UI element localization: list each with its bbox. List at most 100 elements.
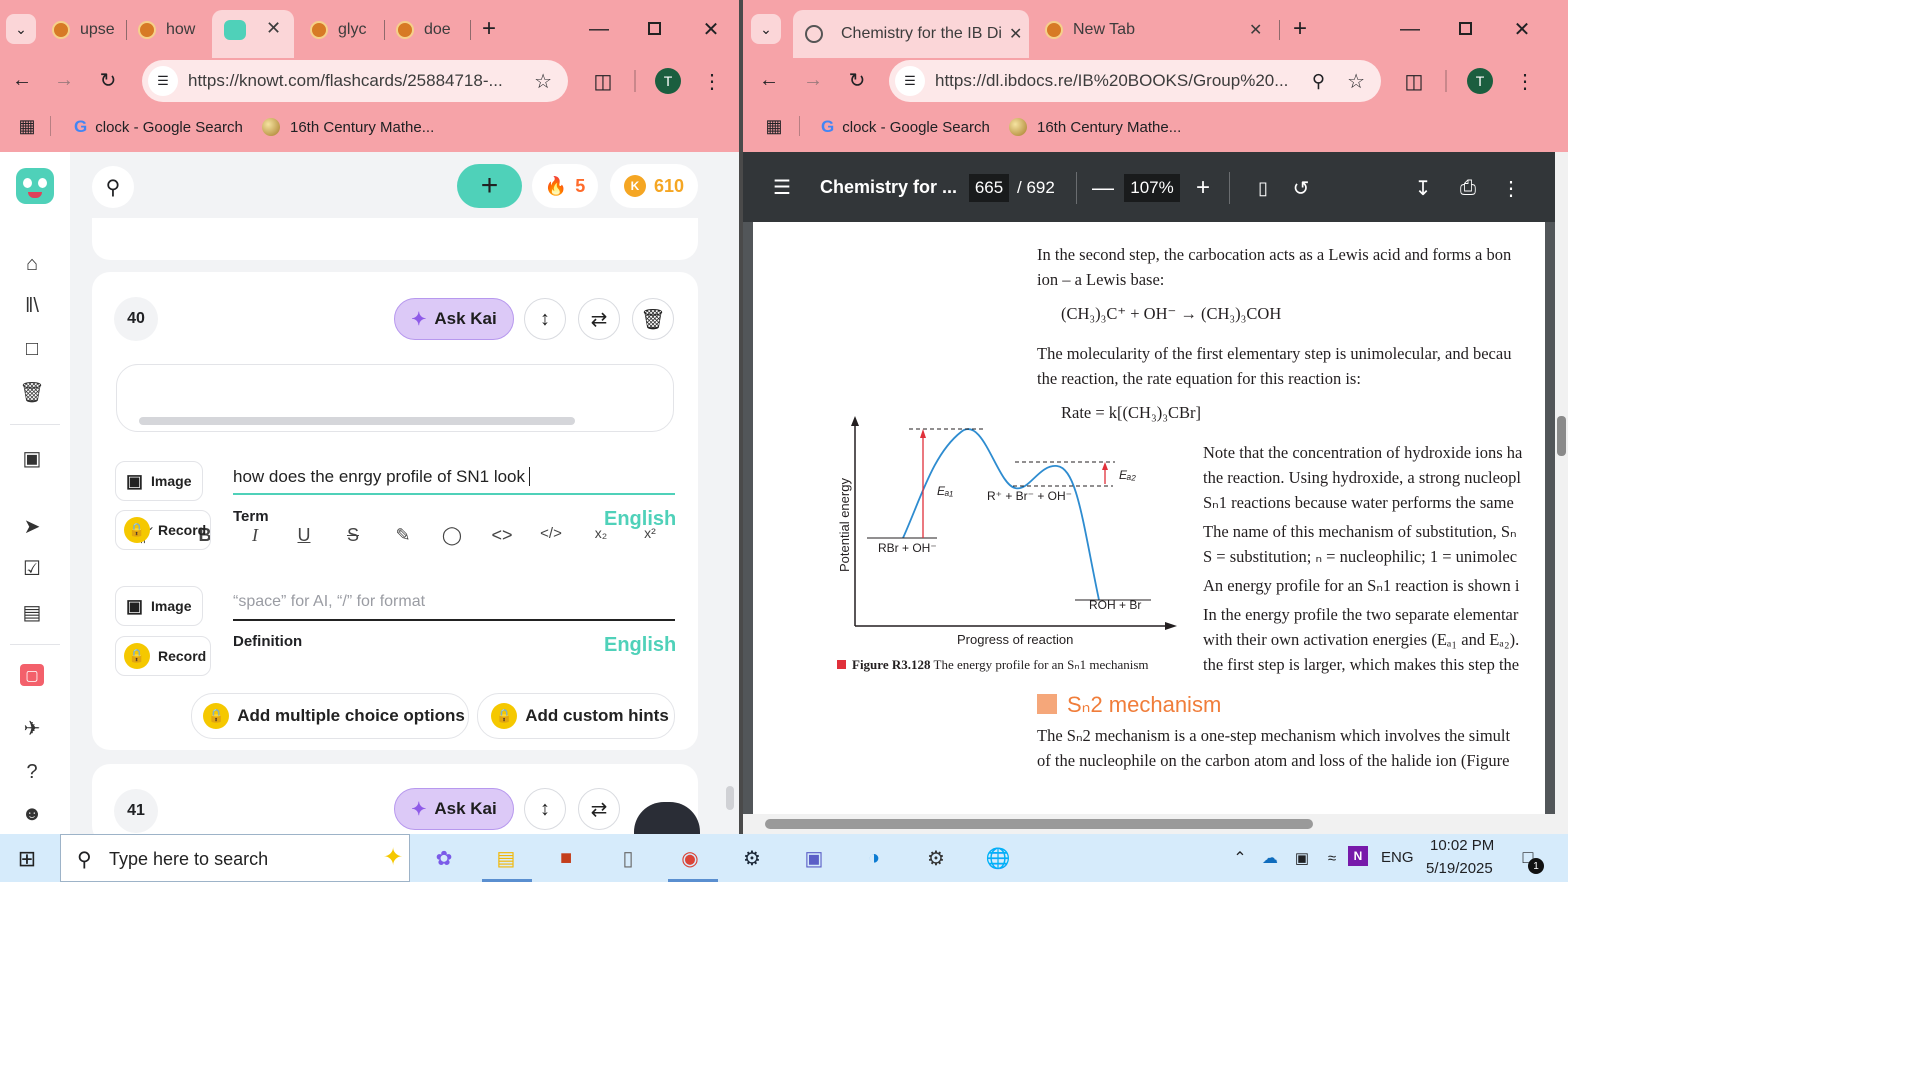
file-explorer-icon[interactable]: ▤ — [488, 840, 524, 876]
extensions-icon[interactable]: ◫ — [590, 68, 616, 94]
ask-kai-button[interactable]: ✦ Ask Kai — [394, 788, 514, 830]
menu-kebab-icon[interactable]: ⋮ — [1513, 68, 1537, 94]
tab-knowt-active[interactable]: ✕ — [212, 10, 294, 58]
network-tray-icon[interactable]: ▣ — [1290, 846, 1314, 870]
delete-card-icon[interactable]: 🗑 — [632, 298, 674, 340]
coins-badge[interactable]: K 610 — [610, 164, 698, 208]
bookmark-16th-century[interactable]: 16th Century Mathe... — [1009, 115, 1181, 139]
trash-icon[interactable]: 🗑 — [18, 378, 46, 406]
print-icon[interactable]: ⎙ — [1455, 174, 1481, 202]
hamburger-menu-icon[interactable]: ☰ — [769, 174, 795, 200]
kai-mascot-icon[interactable] — [634, 802, 700, 834]
close-window-button[interactable]: ✕ — [698, 14, 724, 44]
resize-vertical-icon[interactable]: ↕ — [524, 298, 566, 340]
definition-input[interactable]: “space” for AI, “/” for format — [233, 593, 675, 621]
swap-icon[interactable]: ⇄ — [578, 788, 620, 830]
clock-time[interactable]: 10:02 PM — [1430, 837, 1494, 854]
knowt-logo[interactable] — [16, 168, 54, 204]
tab-upse[interactable]: upse — [52, 10, 122, 50]
search-icon[interactable]: ⚲ — [92, 166, 134, 208]
minimize-button[interactable]: — — [586, 14, 612, 44]
close-tab-icon[interactable]: ✕ — [1009, 24, 1022, 44]
back-icon[interactable]: ← — [757, 68, 781, 92]
profile-icon[interactable]: ☻ — [18, 800, 46, 828]
more-options-icon[interactable]: ⋮ — [1499, 174, 1523, 202]
download-icon[interactable]: ↧ — [1411, 174, 1435, 202]
add-multiple-choice-button[interactable]: 🔒 Add multiple choice options — [191, 693, 469, 739]
site-info-icon[interactable]: ☰ — [148, 66, 178, 96]
close-tab-icon[interactable]: ✕ — [266, 18, 281, 39]
scan-icon[interactable]: ▢ — [20, 664, 44, 686]
steam-icon[interactable]: ⚙ — [734, 840, 770, 876]
tab-search-button[interactable]: ⌄ — [751, 14, 781, 44]
close-window-button[interactable]: ✕ — [1509, 14, 1535, 44]
help-icon[interactable]: ? — [18, 758, 46, 786]
definition-image-button[interactable]: ▣ Image — [115, 586, 203, 626]
italic-icon[interactable]: I — [242, 525, 268, 546]
rocket-icon[interactable]: ✈ — [18, 714, 46, 742]
code-icon[interactable]: <> — [489, 525, 515, 546]
definition-record-button[interactable]: 🔒 Record — [115, 636, 211, 676]
page-number-input[interactable]: 665 — [969, 174, 1009, 202]
tab-search-button[interactable]: ⌄ — [6, 14, 36, 44]
add-custom-hints-button[interactable]: 🔒 Add custom hints — [477, 693, 675, 739]
streak-badge[interactable]: 🔥 5 — [532, 164, 598, 208]
reload-icon[interactable]: ↻ — [845, 68, 869, 92]
knowt-scrollbar[interactable] — [726, 786, 734, 810]
new-tab-button[interactable]: + — [1289, 14, 1311, 44]
edge-icon[interactable]: ◑ — [856, 840, 892, 876]
app-globe-icon[interactable]: 🌐 — [980, 840, 1016, 876]
bookmark-star-icon[interactable]: ☆ — [1347, 69, 1365, 94]
term-input[interactable]: how does the enrgy profile of SN1 look — [233, 467, 675, 495]
reload-icon[interactable]: ↻ — [96, 68, 120, 92]
notepad-icon[interactable]: ▯ — [610, 840, 646, 876]
zoom-in-icon[interactable]: + — [1191, 174, 1215, 202]
telescope-icon[interactable]: ➤ — [18, 512, 46, 540]
bookmark-icon[interactable]: □ — [18, 335, 46, 363]
tab-doe[interactable]: doe — [396, 10, 466, 50]
bookmark-16th-century[interactable]: 16th Century Mathe... — [262, 115, 434, 139]
forward-icon[interactable]: → — [52, 68, 76, 92]
tab-new-tab[interactable]: New Tab ✕ — [1045, 10, 1271, 50]
maximize-button[interactable] — [648, 22, 661, 35]
pdf-horizontal-scrollbar[interactable] — [743, 814, 1555, 834]
zoom-out-icon[interactable]: — — [1091, 174, 1115, 202]
tray-chevron-icon[interactable]: ⌃ — [1230, 846, 1250, 870]
maximize-button[interactable] — [1459, 22, 1472, 35]
address-bar[interactable]: ☰ https://knowt.com/flashcards/25884718-… — [142, 60, 568, 102]
library-icon[interactable]: ‖\ — [18, 292, 46, 320]
ask-kai-button[interactable]: ✦ Ask Kai — [394, 298, 514, 340]
shop-icon[interactable]: ▤ — [18, 598, 46, 626]
palette-icon[interactable]: ◯ — [439, 525, 465, 546]
chrome-icon[interactable]: ◉ — [672, 840, 708, 876]
strikethrough-icon[interactable]: S — [340, 525, 366, 546]
toolbar-scrollbar[interactable] — [139, 417, 575, 425]
classroom-icon[interactable]: ▣ — [18, 444, 46, 472]
swap-icon[interactable]: ⇄ — [578, 298, 620, 340]
bookmark-clock-google[interactable]: Gclock - Google Search — [821, 115, 990, 139]
wifi-icon[interactable]: ≈ — [1320, 846, 1344, 870]
extensions-icon[interactable]: ◫ — [1401, 68, 1427, 94]
onedrive-icon[interactable]: ☁ — [1258, 846, 1282, 870]
apps-grid-icon[interactable]: ▦ — [16, 115, 38, 137]
zoom-icon[interactable]: ⚲ — [1312, 71, 1325, 92]
profile-avatar[interactable]: T — [1467, 68, 1493, 94]
highlight-icon[interactable]: ✎ — [390, 525, 416, 546]
windows-start-icon[interactable]: ⊞ — [14, 846, 40, 872]
powerpoint-icon[interactable]: ■ — [548, 840, 584, 876]
copilot-icon[interactable]: ✿ — [426, 840, 462, 876]
rotate-icon[interactable]: ↺ — [1289, 174, 1313, 202]
menu-kebab-icon[interactable]: ⋮ — [700, 68, 724, 94]
tab-chemistry-active[interactable]: Chemistry for the IB Dipl ✕ — [793, 10, 1029, 58]
address-bar[interactable]: ☰ https://dl.ibdocs.re/IB%20BOOKS/Group%… — [889, 60, 1381, 102]
bookmark-star-icon[interactable]: ☆ — [534, 69, 552, 94]
bookmark-clock-google[interactable]: Gclock - Google Search — [74, 115, 243, 139]
term-language[interactable]: English — [604, 508, 676, 531]
teams-icon[interactable]: ▣ — [796, 840, 832, 876]
settings-icon[interactable]: ⚙ — [918, 840, 954, 876]
forward-icon[interactable]: → — [801, 68, 825, 92]
home-icon[interactable]: ⌂ — [18, 250, 46, 278]
site-info-icon[interactable]: ☰ — [895, 66, 925, 96]
close-tab-icon[interactable]: ✕ — [1249, 20, 1262, 40]
apps-grid-icon[interactable]: ▦ — [763, 115, 785, 137]
